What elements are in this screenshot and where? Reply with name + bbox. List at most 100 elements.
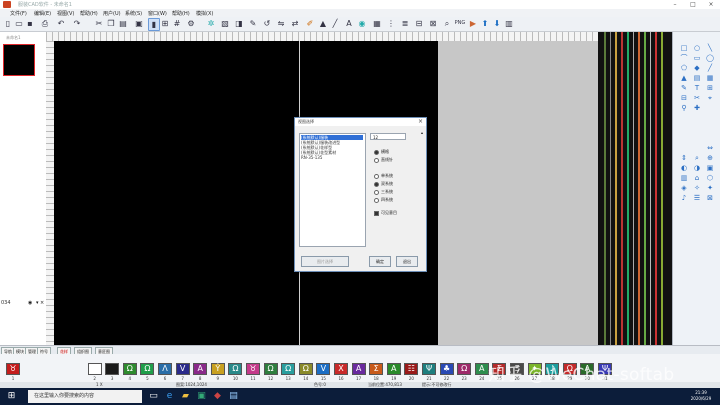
tool-icon[interactable]: ✦ [705, 184, 715, 192]
tool-icon[interactable]: ✧ [692, 184, 702, 192]
undo-icon[interactable]: ↶ [56, 18, 66, 29]
pen-icon[interactable]: ✐ [305, 18, 315, 29]
menu-simulate[interactable]: 模拟(X) [196, 10, 213, 17]
tool-icon[interactable]: ◑ [692, 164, 702, 172]
radio-horizontal[interactable]: 横格 [374, 149, 389, 155]
tool-icon[interactable]: ⌖ [705, 94, 715, 102]
move-icon[interactable]: ⊞ [160, 18, 170, 29]
ok-button[interactable]: 确定 [369, 256, 391, 267]
tool-icon[interactable]: ⊕ [705, 154, 715, 162]
fill-icon[interactable]: ▲ [318, 18, 328, 29]
color-swatch[interactable]: Ω [122, 363, 137, 375]
menu-system[interactable]: 系统(S) [125, 10, 142, 17]
color-swatch[interactable]: Ω [263, 363, 278, 375]
select-icon[interactable]: ▣ [134, 18, 144, 29]
tool-icon[interactable]: T [692, 84, 702, 92]
app2-task-icon[interactable]: ▤ [228, 391, 239, 402]
tool-icon[interactable]: ⌕ [692, 154, 702, 162]
tool-icon[interactable]: ⬠ [679, 64, 689, 72]
store-icon[interactable]: ▣ [196, 391, 207, 402]
close-panel-icon[interactable]: × [40, 300, 44, 306]
cut-icon[interactable]: ✂ [94, 18, 104, 29]
text-icon[interactable]: A [344, 18, 354, 29]
color-swatch[interactable]: A [351, 363, 366, 375]
color-swatch[interactable]: Ω [228, 363, 243, 375]
align-icon[interactable]: ▦ [372, 18, 382, 29]
tool-icon[interactable]: ⇕ [679, 154, 689, 162]
menu-view[interactable]: 视图(V) [57, 10, 74, 17]
color-swatch[interactable]: Λ [158, 363, 172, 375]
export-icon[interactable]: ▶ [468, 18, 478, 29]
color-swatch[interactable]: Ω [140, 363, 155, 375]
size-select[interactable]: 12 [370, 133, 406, 140]
tile-icon[interactable]: ◨ [234, 18, 244, 29]
rotate-icon[interactable]: ↺ [262, 18, 272, 29]
style-list[interactable]: (系统默认)服装 (系统默认)服装改进型 (系统默认)花样型 (系统默认)花型素… [299, 133, 366, 247]
layer-icon[interactable]: ≣ [400, 18, 410, 29]
png-label[interactable]: PNG [452, 18, 468, 29]
pointer-icon[interactable]: ▮ [148, 18, 160, 31]
new-icon[interactable]: ▯ [3, 18, 13, 29]
start-icon[interactable]: ⊞ [6, 391, 17, 402]
color-swatch[interactable]: V [316, 363, 331, 375]
color-swatch[interactable]: Ω [457, 363, 472, 375]
color-swatch[interactable]: A [193, 363, 208, 375]
color-swatch[interactable]: ☷ [404, 363, 419, 375]
tool-icon[interactable]: ╱ [705, 64, 715, 72]
dropdown-icon[interactable]: ▾ [36, 300, 39, 306]
menu-window[interactable]: 窗口(W) [148, 10, 167, 17]
pattern-icon[interactable]: ✲ [206, 18, 216, 29]
close-button[interactable]: × [702, 0, 720, 9]
tool-icon[interactable]: ⊠ [705, 194, 715, 202]
open-icon[interactable]: ▭ [14, 18, 24, 29]
radio-double[interactable]: 双系统 [374, 181, 393, 187]
flip-icon[interactable]: ⇋ [276, 18, 286, 29]
spacing-icon[interactable]: ⋮ [386, 18, 396, 29]
print-icon[interactable]: ⎙ [40, 18, 50, 29]
tool-icon[interactable]: □ [679, 44, 689, 52]
edge-icon[interactable]: e [164, 391, 175, 402]
radio-quad[interactable]: 四系统 [374, 197, 393, 203]
tool-icon[interactable]: ⌂ [692, 174, 702, 182]
color-swatch[interactable]: ♉ [246, 363, 260, 375]
tool-icon[interactable]: ⊞ [705, 84, 715, 92]
line-icon[interactable]: ╱ [330, 18, 340, 29]
menu-help-1[interactable]: 帮助(H) [80, 10, 98, 17]
tool-icon[interactable]: ▣ [705, 164, 715, 172]
tool-icon[interactable]: ▭ [692, 54, 702, 62]
menu-edit[interactable]: 编辑(E) [34, 10, 51, 17]
settings-icon[interactable]: ⚙ [186, 18, 196, 29]
mirror-icon[interactable]: ⇄ [290, 18, 300, 29]
color-icon[interactable]: ◉ [357, 18, 367, 29]
color-swatch[interactable]: ♉ [6, 363, 20, 375]
thumbnail[interactable] [3, 44, 35, 76]
color-swatch[interactable]: ♣ [439, 363, 454, 375]
list-item[interactable]: RN-35-135 [301, 155, 363, 160]
radio-triple[interactable]: 三系统 [374, 189, 393, 195]
cancel-button[interactable]: 退出 [396, 256, 418, 267]
tool-icon[interactable]: ▲ [679, 74, 689, 82]
dialog-close-icon[interactable]: × [418, 118, 423, 125]
menu-user[interactable]: 用户(U) [103, 10, 121, 17]
tool-icon[interactable]: ☰ [692, 194, 702, 202]
color-swatch[interactable]: X [334, 363, 348, 375]
folder-icon[interactable]: ▰ [180, 391, 191, 402]
knit-icon[interactable]: ⊟ [414, 18, 424, 29]
color-swatch[interactable]: Ω [298, 363, 313, 375]
tool-icon[interactable]: ✚ [692, 104, 702, 112]
color-swatch[interactable]: V [175, 363, 190, 375]
tool-icon[interactable]: ▤ [692, 74, 702, 82]
color-swatch[interactable]: Ω [281, 363, 296, 375]
copy-icon[interactable]: ❐ [106, 18, 116, 29]
image-select-button[interactable]: 图片选择 [301, 256, 349, 267]
save-icon[interactable]: ▪ [25, 18, 35, 29]
paste-icon[interactable]: ▤ [118, 18, 128, 29]
radio-straight[interactable]: 直线针 [374, 157, 393, 163]
tool-icon[interactable]: ⚲ [679, 104, 689, 112]
menu-file[interactable]: 文件(F) [10, 10, 27, 17]
color-swatch[interactable]: A [474, 363, 489, 375]
color-swatch[interactable]: Ψ [422, 363, 436, 375]
tool-icon[interactable]: ○ [692, 44, 702, 52]
minimize-button[interactable]: – [666, 0, 684, 9]
image-icon[interactable]: ▧ [220, 18, 230, 29]
